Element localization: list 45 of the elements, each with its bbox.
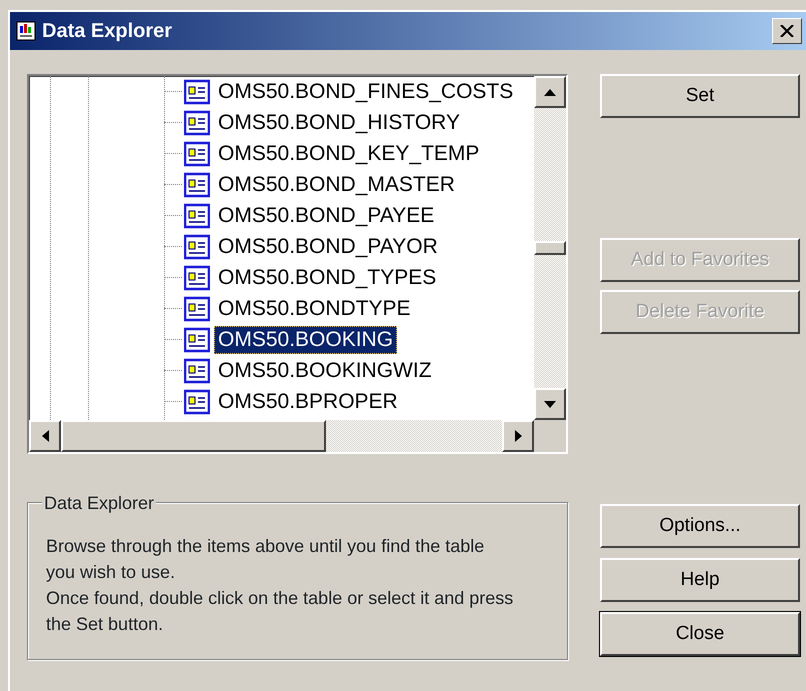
tree-item[interactable]: OMS50.BOOKING (214, 326, 398, 354)
table-icon (184, 358, 210, 384)
table-icon (184, 78, 210, 104)
scroll-thumb[interactable] (534, 241, 566, 255)
table-icon (184, 202, 210, 228)
down-arrow-icon (544, 400, 556, 408)
up-arrow-icon (544, 88, 556, 96)
scroll-right-button[interactable] (502, 420, 534, 452)
info-text: Once found, double click on the table or select it and press the Set button. (46, 587, 514, 636)
app-icon (16, 21, 36, 41)
close-button[interactable] (772, 18, 802, 44)
scroll-thumb[interactable] (61, 420, 326, 452)
tree-item[interactable]: OMS50.BPROPER (214, 388, 402, 416)
tree-item[interactable]: OMS50.BONDTYPE (214, 294, 415, 322)
info-text: Browse through the items above until you find the table you wish to use. (46, 535, 486, 584)
table-icon (184, 234, 210, 260)
scroll-left-button[interactable] (29, 420, 61, 452)
vertical-scrollbar[interactable] (534, 76, 566, 420)
dialog-button[interactable]: Help (600, 558, 800, 602)
dialog-button[interactable]: Options... (600, 504, 800, 548)
horizontal-scrollbar[interactable] (29, 420, 534, 452)
table-icon (184, 326, 210, 352)
window-title: Data Explorer (42, 19, 174, 44)
scrollbar-corner (534, 420, 566, 452)
tree-item[interactable]: OMS50.BOND_PAYEE (214, 202, 438, 230)
tree-item[interactable]: OMS50.BOND_HISTORY (214, 108, 464, 136)
tree-item[interactable]: OMS50.BOND_PAYOR (214, 232, 442, 260)
tree-item[interactable]: OMS50.BOND_MASTER (214, 170, 459, 198)
table-icon (184, 172, 210, 198)
dialog-button[interactable]: Close (600, 612, 800, 656)
table-icon (184, 140, 210, 166)
table-icon (184, 388, 210, 414)
table-icon (184, 296, 210, 322)
right-arrow-icon (514, 430, 522, 442)
tree-item[interactable]: OMS50.BOND_TYPES (214, 264, 440, 292)
scroll-down-button[interactable] (534, 388, 566, 420)
tree-item[interactable]: OMS50.BOOKINGWIZ (214, 356, 436, 384)
dialog-button[interactable]: Set (600, 74, 800, 118)
scroll-up-button[interactable] (534, 76, 566, 108)
close-icon (780, 25, 794, 37)
tree-item[interactable]: OMS50.BOND_FINES_COSTS (214, 78, 518, 106)
table-icon (184, 110, 210, 136)
table-icon (184, 264, 210, 290)
left-arrow-icon (42, 430, 48, 442)
tree-item[interactable]: OMS50.BOND_KEY_TEMP (214, 140, 484, 168)
